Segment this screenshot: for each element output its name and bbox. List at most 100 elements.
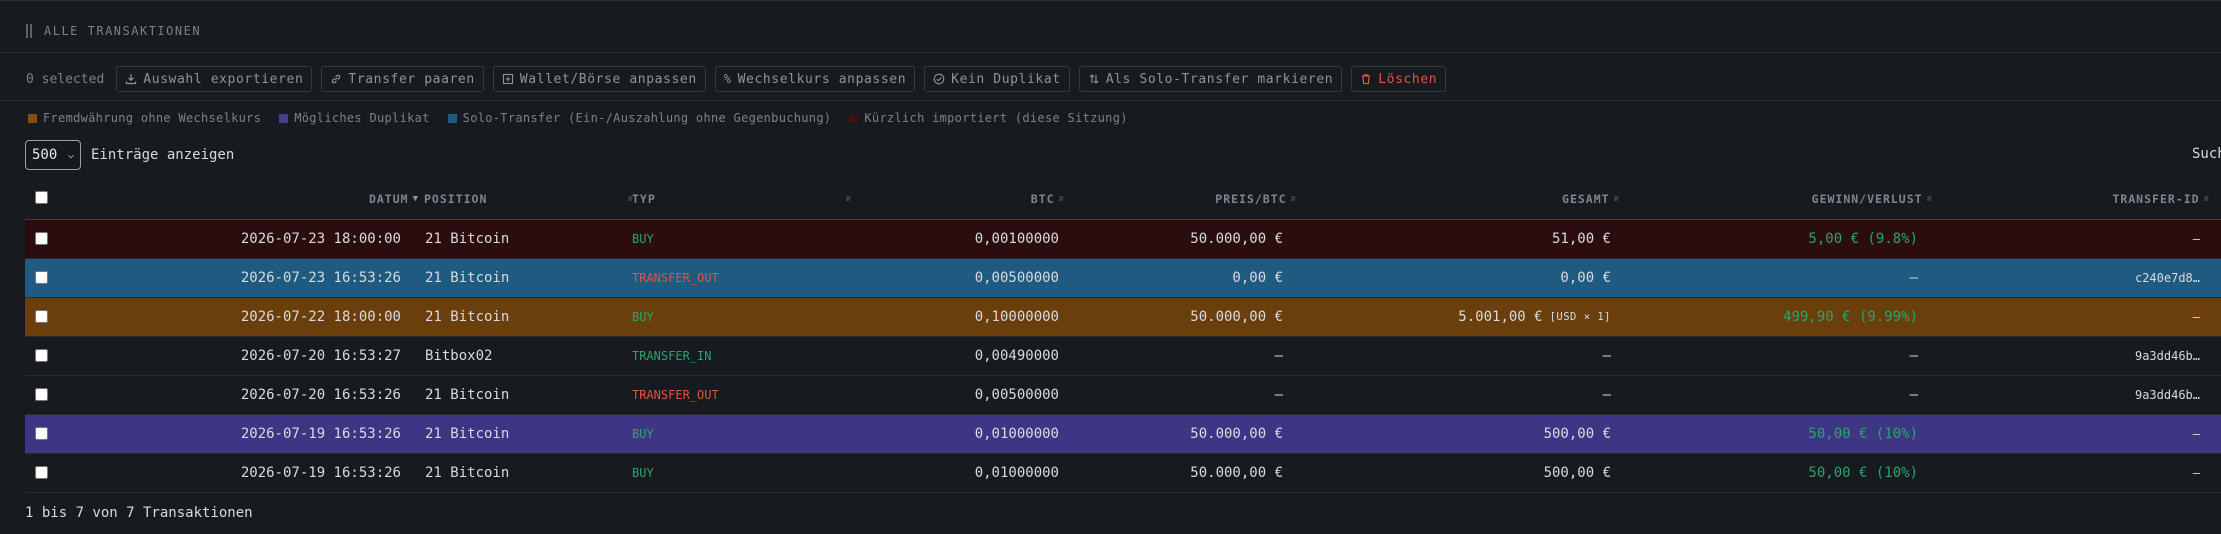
cell-type: TRANSFER_OUT	[632, 388, 719, 402]
row-checkbox[interactable]	[35, 232, 48, 245]
pair-transfer-button[interactable]: Transfer paaren	[321, 66, 484, 92]
column-label: GEWINN/VERLUST	[1811, 192, 1923, 206]
column-header-position[interactable]: POSITION ⇵	[424, 179, 634, 219]
cell-date: 2026-07-20 16:53:26	[240, 387, 401, 403]
table-row[interactable]: 2026-07-20 16:53:26 21 Bitcoin TRANSFER_…	[25, 376, 2221, 415]
table-row[interactable]: 2026-07-23 18:00:00 21 Bitcoin BUY 0,001…	[25, 220, 2221, 259]
export-selection-button[interactable]: Auswahl exportieren	[116, 66, 313, 92]
total-value: –	[1602, 387, 1611, 403]
column-label: BTC	[1030, 192, 1055, 206]
cell-total: 0,00 €	[1305, 259, 1611, 297]
cell-position: Bitbox02	[425, 348, 493, 364]
cell-pnl: 50,00 € (10%)	[1808, 426, 1918, 442]
cell-transfer-id: –	[2192, 232, 2200, 246]
section-header: ALLE TRANSAKTIONEN	[26, 22, 201, 40]
legend-swatch	[279, 113, 289, 123]
column-header-btc[interactable]: BTC ⇵	[855, 179, 1065, 219]
cell-type: BUY	[632, 427, 654, 441]
cell-transfer-id: 9a3dd46b…	[2134, 388, 2200, 402]
cell-total: 500,00 €	[1305, 454, 1611, 492]
page-length-select[interactable]: 500 ⌵	[25, 140, 81, 170]
cell-position: 21 Bitcoin	[425, 309, 510, 325]
table-row[interactable]: 2026-07-23 16:53:26 21 Bitcoin TRANSFER_…	[25, 259, 2221, 298]
cell-transfer-id: –	[2192, 466, 2200, 480]
row-checkbox[interactable]	[35, 349, 48, 362]
delete-button[interactable]: Löschen	[1351, 66, 1447, 92]
cell-price: 50.000,00 €	[1190, 426, 1283, 442]
export-selection-label: Auswahl exportieren	[143, 71, 304, 87]
cell-btc: 0,00490000	[974, 348, 1059, 364]
row-checkbox[interactable]	[35, 271, 48, 284]
sort-desc-icon: ▼	[412, 194, 419, 204]
currency-tag: [USD × 1]	[1549, 311, 1611, 323]
cell-date: 2026-07-19 16:53:26	[240, 426, 401, 442]
adjust-rate-button[interactable]: % Wechselkurs anpassen	[714, 66, 916, 92]
cell-btc: 0,01000000	[974, 426, 1059, 442]
legend-swatch	[28, 113, 37, 123]
cell-position: 21 Bitcoin	[425, 270, 510, 286]
cell-total: 51,00 €	[1305, 220, 1611, 258]
row-checkbox[interactable]	[35, 466, 48, 479]
pair-transfer-label: Transfer paaren	[348, 71, 475, 87]
table-info: 1 bis 7 von 7 Transaktionen	[25, 505, 253, 521]
legend-item-solo-transfer: Solo-Transfer (Ein-/Auszahlung ohne Gege…	[447, 111, 832, 125]
legend-item-possible-duplicate: Mögliches Duplikat	[279, 111, 429, 125]
mark-solo-transfer-label: Als Solo-Transfer markieren	[1105, 71, 1334, 87]
table-row[interactable]: 2026-07-19 16:53:26 21 Bitcoin BUY 0,010…	[25, 415, 2221, 454]
color-legend: Fremdwährung ohne Wechselkurs Mögliches …	[28, 110, 1128, 126]
legend-swatch	[849, 113, 859, 123]
legend-label: Fremdwährung ohne Wechselkurs	[43, 111, 262, 125]
column-header-price[interactable]: PREIS/BTC ⇵	[1075, 179, 1297, 219]
total-value: 5.001,00 €	[1458, 309, 1543, 325]
cell-total: 5.001,00 € [USD × 1]	[1305, 298, 1611, 336]
not-duplicate-button[interactable]: Kein Duplikat	[924, 66, 1070, 92]
cell-total: –	[1305, 376, 1611, 414]
trash-icon	[1362, 74, 1371, 85]
table-row[interactable]: 2026-07-22 18:00:00 21 Bitcoin BUY 0,100…	[25, 298, 2221, 337]
column-header-transfer-id[interactable]: TRANSFER-ID ⇵	[1940, 179, 2210, 219]
cell-btc: 0,00500000	[974, 270, 1059, 286]
row-checkbox[interactable]	[35, 427, 48, 440]
adjust-rate-label: Wechselkurs anpassen	[737, 71, 907, 87]
column-header-date[interactable]: DATUM ▼	[215, 179, 419, 219]
cell-pnl: –	[1909, 270, 1918, 286]
cell-pnl: –	[1909, 387, 1918, 403]
column-header-total[interactable]: GESAMT ⇵	[1305, 179, 1620, 219]
cell-btc: 0,00100000	[974, 231, 1059, 247]
drag-handle-icon[interactable]	[26, 24, 32, 38]
page-length-value: 500	[32, 147, 58, 163]
cell-price: –	[1274, 348, 1283, 364]
cell-date: 2026-07-19 16:53:26	[240, 465, 401, 481]
cell-price: 0,00 €	[1232, 270, 1283, 286]
adjust-wallet-button[interactable]: Wallet/Börse anpassen	[492, 66, 706, 92]
cell-btc: 0,01000000	[974, 465, 1059, 481]
column-label: GESAMT	[1562, 192, 1610, 206]
sort-icon: ⇵	[1926, 194, 1933, 204]
select-all-checkbox[interactable]	[35, 191, 48, 204]
page-length-control: 500 ⌵ Einträge anzeigen	[25, 140, 234, 170]
mark-solo-transfer-button[interactable]: Als Solo-Transfer markieren	[1078, 66, 1343, 92]
table-row[interactable]: 2026-07-20 16:53:27 Bitbox02 TRANSFER_IN…	[25, 337, 2221, 376]
column-header-pnl[interactable]: GEWINN/VERLUST ⇵	[1625, 179, 1933, 219]
column-header-type[interactable]: TYP ⇵	[632, 179, 852, 219]
table-row[interactable]: 2026-07-19 16:53:26 21 Bitcoin BUY 0,010…	[25, 454, 2221, 493]
transactions-table: DATUM ▼ POSITION ⇵ TYP ⇵ BTC ⇵ PREIS/BTC ⇵ GE…	[25, 179, 2221, 493]
column-label: POSITION	[424, 192, 488, 206]
row-checkbox[interactable]	[35, 310, 48, 323]
row-checkbox[interactable]	[35, 388, 48, 401]
cell-pnl: 5,00 € (9.8%)	[1808, 231, 1918, 247]
column-label: TRANSFER-ID	[2112, 192, 2200, 206]
total-value: 0,00 €	[1560, 270, 1611, 286]
cell-date: 2026-07-23 18:00:00	[240, 231, 401, 247]
table-header: DATUM ▼ POSITION ⇵ TYP ⇵ BTC ⇵ PREIS/BTC ⇵ GE…	[25, 179, 2221, 220]
sort-icon: ⇵	[845, 194, 852, 204]
percent-icon: %	[723, 72, 732, 86]
top-border	[0, 0, 2221, 1]
not-duplicate-label: Kein Duplikat	[951, 71, 1061, 87]
total-value: 500,00 €	[1543, 426, 1611, 442]
legend-item-recently-imported: Kürzlich importiert (diese Sitzung)	[849, 111, 1127, 125]
cell-date: 2026-07-20 16:53:27	[240, 348, 401, 364]
cell-type: TRANSFER_IN	[632, 349, 712, 363]
page-length-label: Einträge anzeigen	[91, 147, 235, 163]
cell-btc: 0,00500000	[974, 387, 1059, 403]
